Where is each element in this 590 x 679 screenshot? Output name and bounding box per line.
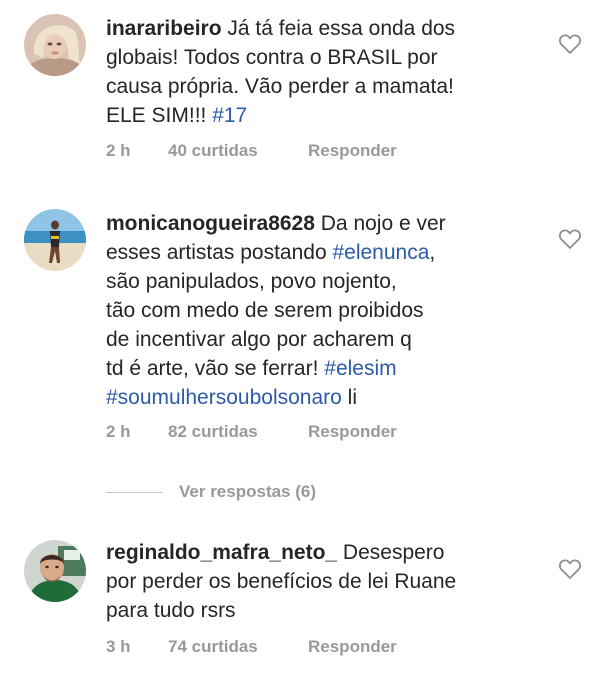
comment-timestamp: 3 h xyxy=(106,637,131,656)
comment-meta: 3 h 74 curtidas Responder xyxy=(106,637,397,657)
comment-timestamp: 2 h xyxy=(106,141,131,160)
comment-text-segment: td é arte, vão se ferrar! xyxy=(106,357,325,380)
view-replies[interactable]: Ver respostas (6) xyxy=(106,480,316,504)
heart-outline-icon[interactable] xyxy=(558,228,582,250)
comment-text-segment: por perder os benefícios de lei Ruane xyxy=(106,570,457,593)
comment-text-segment: ELE SIM!!! xyxy=(106,104,213,127)
comment-text-segment: Desespero xyxy=(342,541,445,564)
comment-text-segment: globais! Todos contra o BRASIL por xyxy=(106,46,438,69)
likes-count[interactable]: 82 curtidas xyxy=(168,422,308,442)
comment-text-segment: Da nojo e ver xyxy=(320,212,446,235)
comment-text: reginaldo_mafra_neto_ Desespero por perd… xyxy=(106,538,526,625)
comment-text-segment: , xyxy=(429,241,436,264)
avatar-monicanogueira8628[interactable] xyxy=(24,209,86,271)
comment-username[interactable]: monicanogueira8628 xyxy=(106,212,315,235)
view-replies-button[interactable]: Ver respostas (6) xyxy=(179,482,316,502)
comment-meta: 2 h 82 curtidas Responder xyxy=(106,422,397,442)
avatar-reginaldo-mafra-neto[interactable] xyxy=(24,540,86,602)
reply-button[interactable]: Responder xyxy=(308,637,397,656)
comment-text-segment: para tudo rsrs xyxy=(106,599,236,622)
comment-text-segment: esses artistas postando xyxy=(106,241,333,264)
comment-text-segment: Já tá feia essa onda dos xyxy=(227,17,456,40)
likes-count[interactable]: 40 curtidas xyxy=(168,141,308,161)
comment-text-segment: são panipulados, povo nojento, xyxy=(106,270,397,293)
comment-text: monicanogueira8628 Da nojo e ver esses a… xyxy=(106,209,526,412)
heart-outline-icon[interactable] xyxy=(558,33,582,55)
comment-meta: 2 h 40 curtidas Responder xyxy=(106,141,397,161)
comment-text-segment: causa própria. Vão perder a mamata! xyxy=(106,75,454,98)
comment-username[interactable]: reginaldo_mafra_neto_ xyxy=(106,541,337,564)
comment-text-segment: de incentivar algo por acharem q xyxy=(106,328,412,351)
hashtag-link[interactable]: #soumulhersoubolsonaro xyxy=(106,386,342,409)
heart-outline-icon[interactable] xyxy=(558,558,582,580)
comment-text: inararibeiro Já tá feia essa onda dos gl… xyxy=(106,14,526,130)
comment-username[interactable]: inararibeiro xyxy=(106,17,222,40)
avatar-inararibeiro[interactable] xyxy=(24,14,86,76)
hashtag-link[interactable]: #elenunca xyxy=(332,241,429,264)
comment-text-segment: li xyxy=(341,386,357,409)
hashtag-link[interactable]: #17 xyxy=(212,104,247,127)
comment-text-segment: tão com medo de serem proibidos xyxy=(106,299,424,322)
reply-button[interactable]: Responder xyxy=(308,141,397,160)
hashtag-link[interactable]: #elesim xyxy=(324,357,396,380)
replies-divider xyxy=(106,491,162,493)
reply-button[interactable]: Responder xyxy=(308,422,397,441)
comment-timestamp: 2 h xyxy=(106,422,131,441)
likes-count[interactable]: 74 curtidas xyxy=(168,637,308,657)
